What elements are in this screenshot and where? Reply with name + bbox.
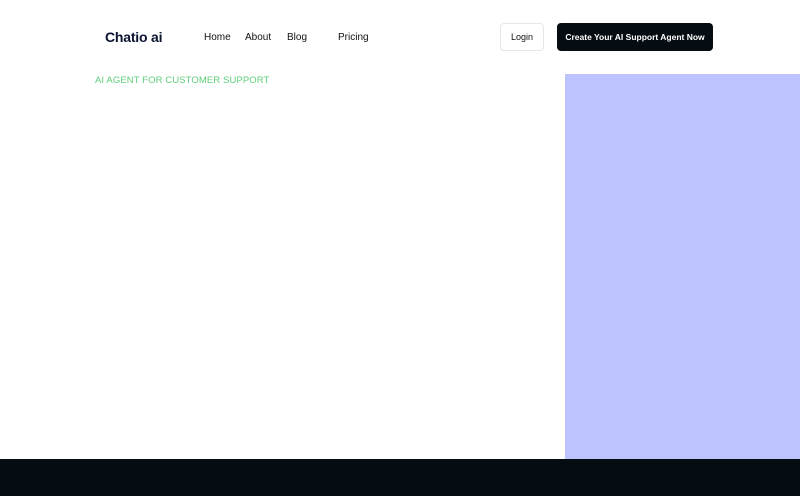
site-header: Chatio ai Home About Blog Pricing Login … [0,0,800,74]
landing-page: Chatio ai Home About Blog Pricing Login … [0,0,800,496]
brand-logo[interactable]: Chatio ai [105,29,163,46]
hero-visual-panel [565,74,800,459]
hero-eyebrow: AI AGENT FOR CUSTOMER SUPPORT [95,75,270,86]
nav-link-about[interactable]: About [245,31,271,45]
nav-link-home[interactable]: Home [204,31,231,45]
create-agent-button[interactable]: Create Your AI Support Agent Now [557,23,713,51]
login-button[interactable]: Login [500,23,544,51]
nav-link-pricing[interactable]: Pricing [338,31,369,45]
dark-section-band [0,459,800,496]
nav-link-blog[interactable]: Blog [287,31,307,45]
